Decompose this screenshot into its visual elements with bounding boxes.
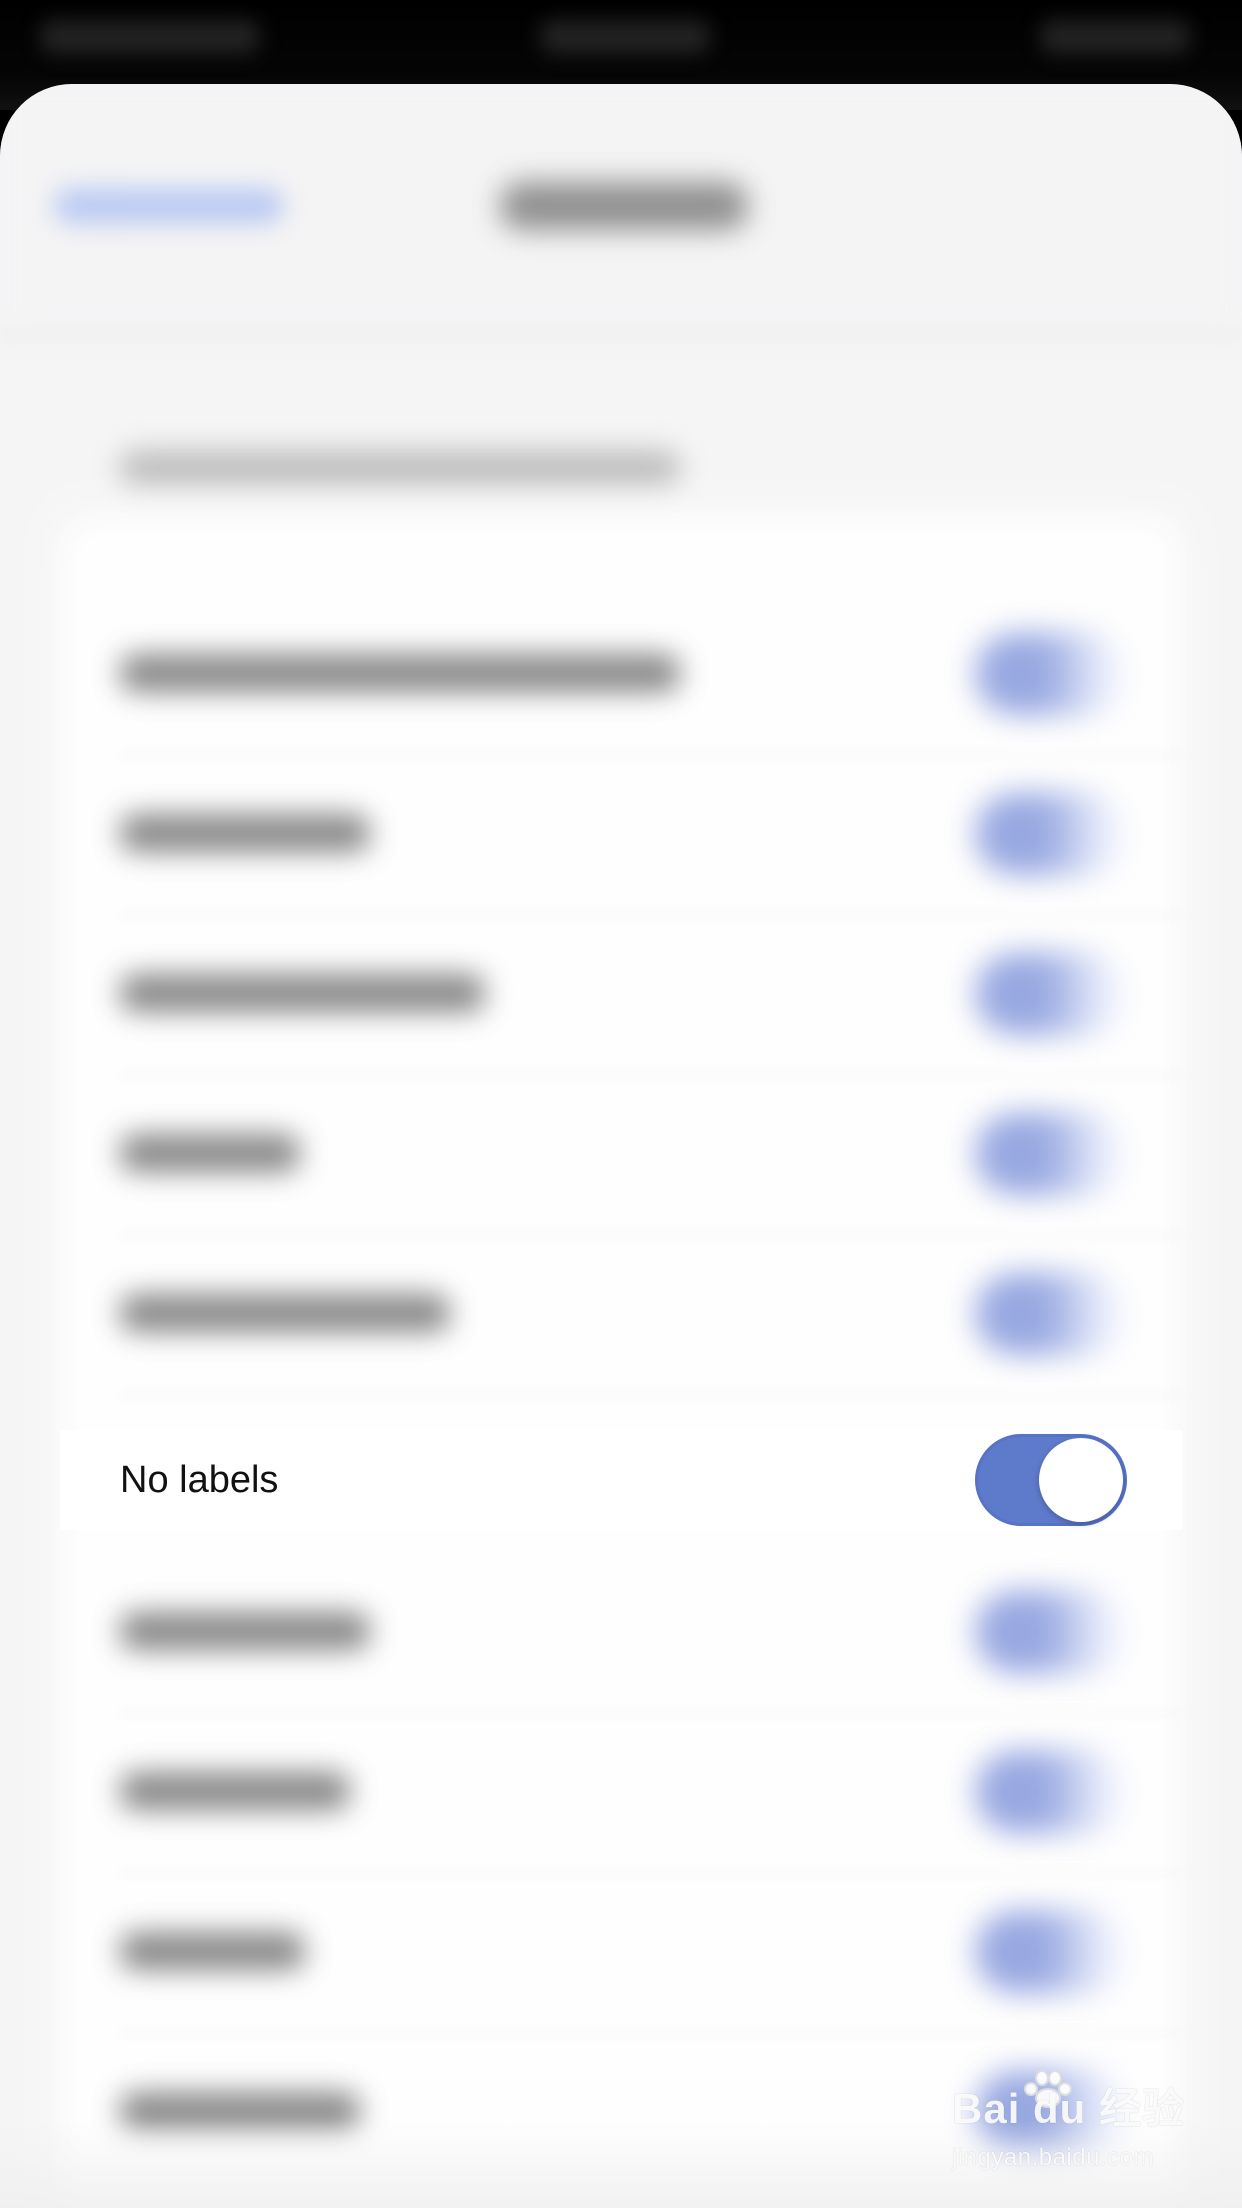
setting-row-no-labels[interactable]: No labels: [60, 1430, 1182, 1530]
settings-screen: No labels Bai du 经验 jingyan.baidu.com: [0, 0, 1242, 2208]
blurred-setting-label: [120, 974, 485, 1012]
screen-title-blur: [500, 182, 748, 230]
blurred-toggle-switch[interactable]: [975, 953, 1125, 1035]
blurred-setting-row[interactable]: [60, 1236, 1182, 1396]
blurred-toggle-switch[interactable]: [975, 793, 1125, 875]
setting-label-no-labels: No labels: [120, 1459, 279, 1501]
blurred-toggle-switch[interactable]: [975, 1591, 1125, 1673]
blurred-setting-row[interactable]: [60, 756, 1182, 916]
blurred-setting-label: [120, 1772, 350, 1810]
blurred-setting-label: [120, 1932, 305, 1970]
status-battery-blur: [1040, 20, 1190, 54]
blurred-setting-label: [120, 1612, 370, 1650]
blurred-setting-label: [120, 814, 370, 852]
toggle-knob: [1039, 1438, 1123, 1522]
blurred-setting-row[interactable]: [60, 1076, 1182, 1236]
blurred-setting-row[interactable]: [60, 1714, 1182, 1874]
row-divider: [120, 1394, 1182, 1396]
back-button-blur[interactable]: [54, 188, 284, 224]
blurred-setting-label: [120, 1294, 450, 1332]
blurred-setting-row[interactable]: [60, 916, 1182, 1076]
blurred-setting-row[interactable]: [60, 1554, 1182, 1714]
toggle-switch-icon[interactable]: [975, 1434, 1127, 1526]
blurred-setting-row[interactable]: [60, 1874, 1182, 2034]
modal-sheet: No labels: [0, 84, 1242, 2208]
blurred-setting-row[interactable]: [60, 596, 1182, 756]
nav-divider: [0, 334, 1242, 336]
blurred-toggle-switch[interactable]: [975, 1273, 1125, 1355]
blurred-setting-label: [120, 1134, 300, 1172]
section-header-blur: [120, 451, 680, 485]
status-time-blur: [40, 20, 260, 54]
blurred-setting-label: [120, 654, 680, 692]
blurred-toggle-switch[interactable]: [975, 1113, 1125, 1195]
blurred-toggle-switch[interactable]: [975, 633, 1125, 715]
blurred-toggle-switch[interactable]: [975, 1751, 1125, 1833]
status-center-blur: [540, 20, 710, 54]
blurred-toggle-switch[interactable]: [975, 1911, 1125, 1993]
bottom-fade: [0, 2120, 1242, 2208]
